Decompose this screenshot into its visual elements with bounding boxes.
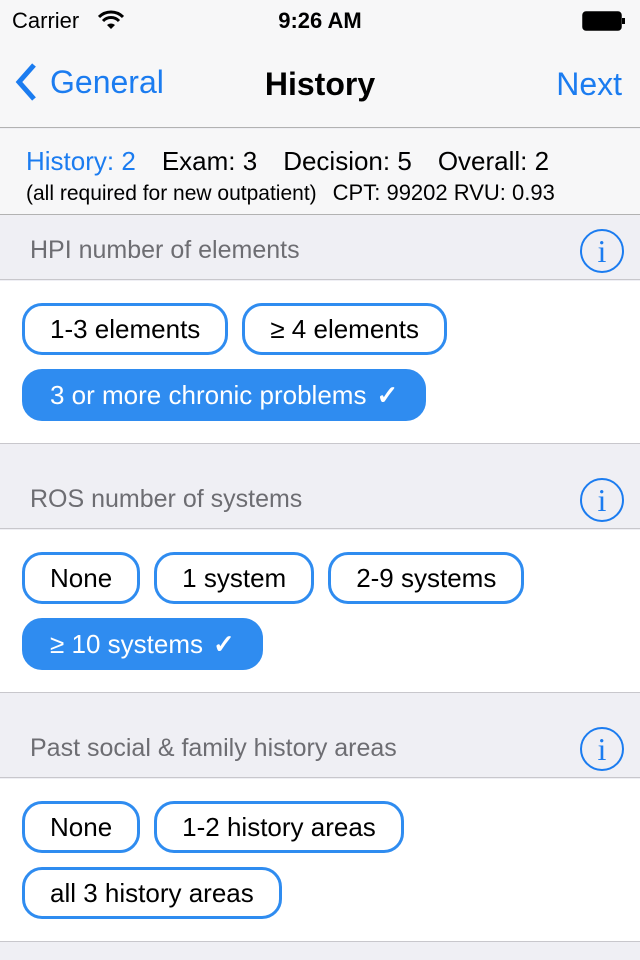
chip-label: 3 or more chronic problems: [50, 380, 367, 410]
section-title: HPI number of elements: [30, 236, 300, 264]
option-chip[interactable]: 1 system: [154, 552, 315, 604]
chip-label: ≥ 10 systems: [50, 629, 203, 659]
next-button[interactable]: Next: [556, 66, 622, 103]
requirement-note: (all required for new outpatient): [26, 182, 317, 205]
navigation-bar: General History Next: [0, 40, 640, 128]
option-chip[interactable]: 1-3 elements: [22, 303, 229, 355]
option-chip[interactable]: 2-9 systems: [328, 552, 525, 604]
status-time: 9:26 AM: [278, 8, 362, 33]
exam-score: Exam: 3: [161, 146, 258, 176]
info-icon[interactable]: i: [580, 229, 624, 273]
section-title: Past social & family history areas: [30, 734, 397, 762]
history-score: History: 2: [26, 146, 136, 176]
decision-score: Decision: 5: [283, 146, 412, 176]
section-body-pfsh: None 1-2 history areas all 3 history are…: [0, 779, 640, 942]
section-header-hpi: HPI number of elements i: [0, 216, 640, 280]
chip-label: ≥ 4 elements: [270, 314, 419, 344]
cpt-rvu: CPT: 99202 RVU: 0.93: [332, 180, 555, 205]
section-body-hpi: 1-3 elements ≥ 4 elements 3 or more chro…: [0, 281, 640, 444]
section-header-ros: ROS number of systems i: [0, 465, 640, 529]
chip-label: all 3 history areas: [50, 878, 254, 908]
option-chip[interactable]: None: [22, 552, 141, 604]
battery-icon: [582, 11, 625, 31]
option-chip[interactable]: ≥ 4 elements: [242, 303, 447, 355]
status-bar: Carrier 9:26 AM: [0, 0, 640, 40]
score-summary: History: 2 Exam: 3 Decision: 5 Overall: 2 (…: [0, 129, 640, 215]
info-icon[interactable]: i: [580, 478, 624, 522]
overall-score: Overall: 2: [437, 146, 550, 176]
section-header-pfsh: Past social & family history areas i: [0, 714, 640, 778]
option-chip-selected[interactable]: ≥ 10 systems ✓: [22, 618, 263, 670]
check-icon: ✓: [376, 380, 399, 410]
option-chip[interactable]: all 3 history areas: [22, 867, 282, 919]
check-icon: ✓: [212, 629, 235, 659]
chip-label: 1-2 history areas: [182, 812, 376, 842]
page-title: History: [264, 66, 376, 102]
option-chip[interactable]: 1-2 history areas: [154, 801, 404, 853]
option-chip-selected[interactable]: 3 or more chronic problems ✓: [22, 369, 427, 421]
info-icon[interactable]: i: [580, 727, 624, 771]
chip-label: None: [50, 563, 113, 593]
section-body-ros: None 1 system 2-9 systems ≥ 10 systems ✓: [0, 530, 640, 693]
chip-label: None: [50, 812, 113, 842]
chip-label: 1 system: [182, 563, 287, 593]
chip-label: 2-9 systems: [356, 563, 497, 593]
option-chip[interactable]: None: [22, 801, 141, 853]
chip-label: 1-3 elements: [50, 314, 201, 344]
section-title: ROS number of systems: [30, 485, 303, 513]
